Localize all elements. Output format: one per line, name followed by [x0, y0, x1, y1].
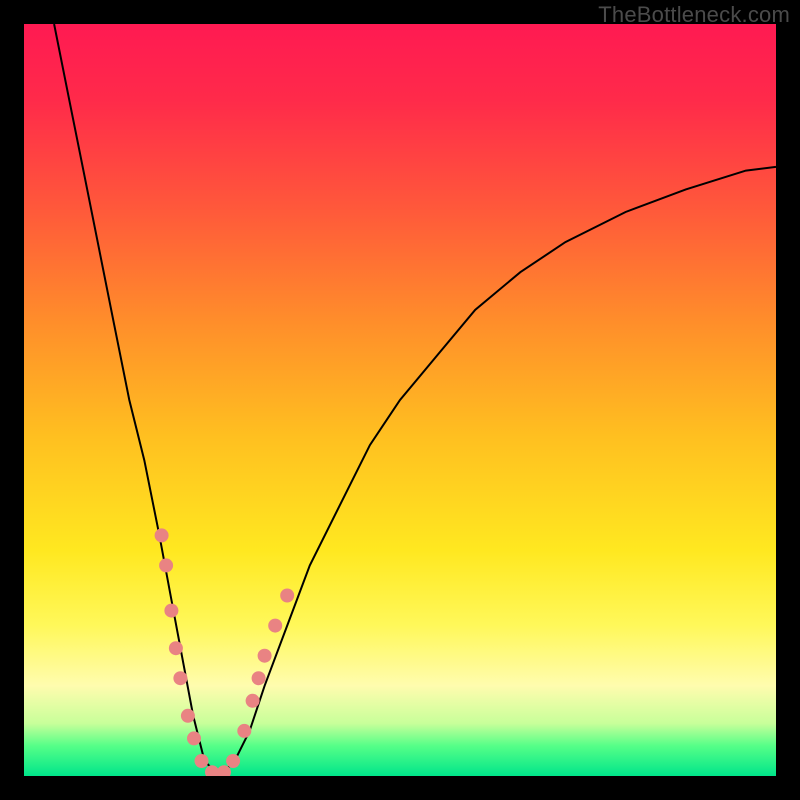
data-marker	[195, 754, 209, 768]
chart-background	[24, 24, 776, 776]
data-marker	[173, 671, 187, 685]
data-marker	[237, 724, 251, 738]
data-marker	[159, 558, 173, 572]
data-markers	[155, 528, 295, 776]
data-marker	[268, 619, 282, 633]
data-marker	[164, 604, 178, 618]
data-marker	[246, 694, 260, 708]
data-marker	[280, 589, 294, 603]
data-marker	[205, 765, 219, 776]
bottleneck-curve	[54, 24, 776, 776]
data-marker	[258, 649, 272, 663]
data-marker	[181, 709, 195, 723]
bottleneck-plot	[24, 24, 776, 776]
data-marker	[187, 731, 201, 745]
data-marker	[155, 528, 169, 542]
data-marker	[226, 754, 240, 768]
data-marker	[169, 641, 183, 655]
watermark-text: TheBottleneck.com	[598, 2, 790, 28]
data-marker	[252, 671, 266, 685]
